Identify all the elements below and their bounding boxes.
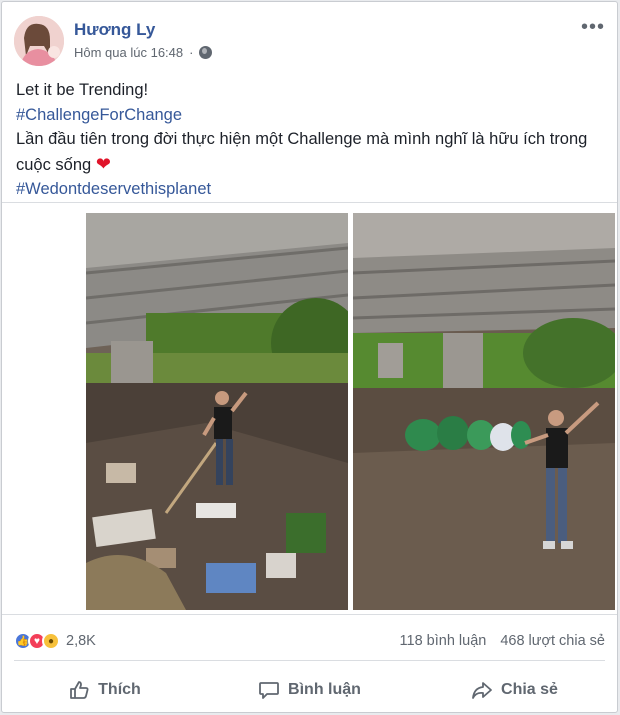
like-button-label: Thích — [98, 681, 141, 698]
hashtag-challengeforchange[interactable]: #ChallengeForChange — [16, 103, 599, 128]
reaction-count[interactable]: 2,8K — [66, 633, 96, 649]
comment-share-counts: 118 bình luận 468 lượt chia sẻ — [400, 633, 605, 649]
post-meta: Hôm qua lúc 16:48 · — [74, 45, 213, 60]
photo-2[interactable] — [353, 213, 615, 610]
post-timestamp[interactable]: Hôm qua lúc 16:48 — [74, 45, 183, 60]
divider — [2, 614, 617, 615]
wow-reaction-icon: ● — [42, 632, 60, 650]
more-horizontal-icon[interactable]: ••• — [581, 17, 605, 37]
post-header: Hương Ly Hôm qua lúc 16:48 · ••• — [14, 14, 605, 66]
divider — [14, 660, 605, 661]
hashtag-wedontdeservethisplanet[interactable]: #Wedontdeservethisplanet — [16, 177, 599, 202]
divider — [2, 202, 617, 203]
action-bar: Thích Bình luận Chia sẻ — [2, 668, 617, 712]
meta-separator: · — [189, 45, 194, 60]
share-button[interactable]: Chia sẻ — [412, 668, 617, 712]
globe-icon — [199, 46, 213, 59]
reaction-icons[interactable]: 👍 ♥ ● — [14, 632, 60, 650]
photo-1[interactable] — [86, 213, 348, 610]
post-card: Hương Ly Hôm qua lúc 16:48 · ••• Let it … — [1, 1, 618, 713]
comment-count[interactable]: 118 bình luận — [400, 633, 487, 649]
share-button-label: Chia sẻ — [501, 681, 558, 698]
like-button[interactable]: Thích — [2, 668, 207, 712]
post-line-3: Lần đầu tiên trong đời thực hiện một Cha… — [16, 127, 599, 177]
comment-button[interactable]: Bình luận — [207, 668, 412, 712]
post-line-1: Let it be Trending! — [16, 81, 149, 99]
post-text: Let it be Trending! #ChallengeForChange … — [16, 78, 599, 202]
thumbs-up-icon — [70, 681, 89, 699]
author-name[interactable]: Hương Ly — [74, 20, 155, 40]
comment-button-label: Bình luận — [288, 681, 361, 698]
comment-icon — [259, 682, 279, 699]
engagement-stats: 👍 ♥ ● 2,8K 118 bình luận 468 lượt chia s… — [14, 628, 605, 654]
share-icon — [472, 682, 492, 699]
share-count[interactable]: 468 lượt chia sẻ — [500, 633, 605, 649]
avatar[interactable] — [14, 16, 64, 66]
heart-emoji: ❤ — [95, 153, 111, 174]
photo-collage[interactable] — [86, 213, 615, 610]
